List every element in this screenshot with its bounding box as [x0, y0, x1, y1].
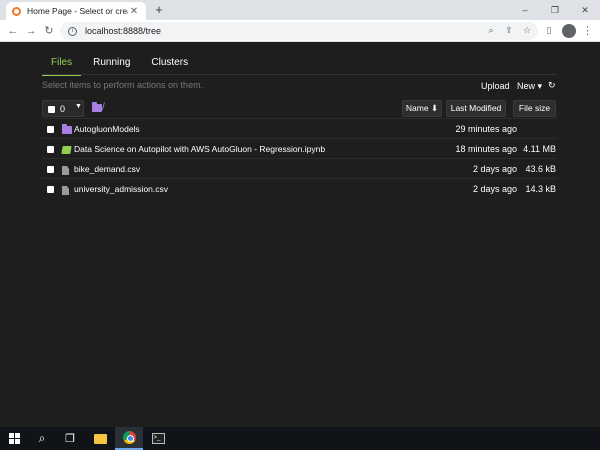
address-url: localhost:8888/tree [85, 26, 162, 36]
tab-files[interactable]: Files [42, 55, 82, 76]
sort-by-last-modified-button[interactable]: Last Modified [446, 100, 506, 117]
new-dropdown-button[interactable]: New ▾ [517, 81, 542, 92]
close-window-button[interactable]: ✕ [570, 0, 600, 20]
search-icon[interactable]: ⌕ [28, 427, 56, 450]
file-list-header: 0 ▼ / Name ⬇ Last Modified File size [42, 99, 557, 119]
jupyter-tabs: Files Running Clusters [42, 55, 200, 76]
chrome-icon[interactable] [115, 427, 143, 450]
terminal-icon[interactable]: >_ [144, 427, 172, 450]
minimize-window-button[interactable]: – [510, 0, 540, 20]
jupyter-tree-page: Files Running Clusters Select items to p… [0, 43, 600, 427]
chevron-down-icon[interactable]: ▼ [75, 103, 82, 110]
item-modified: 18 minutes ago [455, 144, 517, 154]
folder-icon [92, 101, 102, 112]
item-name[interactable]: university_admission.csv [74, 184, 168, 194]
sort-by-file-size-button[interactable]: File size [513, 100, 556, 117]
item-modified: 29 minutes ago [455, 124, 517, 134]
browser-tab-title: Home Page - Select or create a n [27, 6, 128, 16]
item-size: 4.11 MB [523, 144, 556, 154]
file-icon [62, 166, 69, 177]
selected-count: 0 [60, 104, 66, 114]
item-checkbox[interactable] [47, 146, 54, 153]
item-modified: 2 days ago [472, 184, 517, 194]
breadcrumb[interactable]: / [92, 101, 105, 113]
item-checkbox[interactable] [47, 126, 54, 133]
folder-icon [62, 124, 72, 136]
item-size: 43.6 kB [525, 164, 556, 174]
new-tab-button[interactable]: + [152, 2, 166, 18]
item-modified: 2 days ago [472, 164, 517, 174]
item-size: 14.3 kB [525, 184, 556, 194]
item-checkbox[interactable] [47, 186, 54, 193]
select-all-checkbox[interactable] [48, 106, 55, 113]
task-view-icon[interactable]: ❐ [56, 427, 84, 450]
selection-hint: Select items to perform actions on them. [42, 80, 204, 90]
browser-menu-icon[interactable]: ⋮ [582, 23, 593, 39]
list-item[interactable]: AutogluonModels 29 minutes ago [42, 118, 557, 138]
jupyter-favicon-icon [12, 6, 21, 16]
reload-icon[interactable]: ↻ [41, 23, 57, 39]
item-checkbox[interactable] [47, 166, 54, 173]
breadcrumb-path: / [102, 102, 105, 113]
file-icon [62, 186, 69, 197]
profile-avatar-icon[interactable] [562, 24, 576, 38]
bookmark-star-icon[interactable]: ☆ [520, 23, 534, 37]
browser-toolbar: ← → ↻ i localhost:8888/tree ⌕ ⇪ ☆ ▯ ⋮ [0, 20, 600, 42]
windows-taskbar: ⌕ ❐ >_ [0, 427, 600, 450]
restore-window-button[interactable]: ❐ [540, 0, 570, 20]
select-all-dropdown[interactable]: 0 ▼ [42, 100, 84, 117]
item-name[interactable]: bike_demand.csv [74, 164, 140, 174]
tab-clusters[interactable]: Clusters [142, 55, 197, 76]
browser-tab[interactable]: Home Page - Select or create a n ✕ [6, 2, 146, 20]
site-info-icon[interactable]: i [68, 26, 77, 36]
share-icon[interactable]: ⇪ [502, 23, 516, 37]
forward-arrow-icon[interactable]: → [23, 23, 39, 39]
list-item[interactable]: Data Science on Autopilot with AWS AutoG… [42, 138, 557, 158]
tab-close-icon[interactable]: ✕ [128, 6, 140, 17]
item-name[interactable]: Data Science on Autopilot with AWS AutoG… [74, 144, 325, 154]
tab-running[interactable]: Running [84, 55, 139, 76]
back-arrow-icon[interactable]: ← [5, 23, 21, 39]
sort-by-name-button[interactable]: Name ⬇ [402, 100, 442, 117]
item-name[interactable]: AutogluonModels [74, 124, 140, 134]
address-bar[interactable]: i localhost:8888/tree [60, 22, 538, 40]
upload-button[interactable]: Upload [481, 81, 510, 91]
windows-start-icon[interactable] [0, 427, 28, 450]
side-panel-icon[interactable]: ▯ [542, 23, 556, 37]
zoom-icon[interactable]: ⌕ [484, 23, 498, 37]
refresh-icon[interactable]: ↻ [548, 80, 556, 91]
list-item[interactable]: university_admission.csv 2 days ago 14.3… [42, 178, 557, 198]
browser-tab-bar: Home Page - Select or create a n ✕ + – ❐… [0, 0, 600, 20]
tabs-divider [42, 74, 557, 75]
list-item[interactable]: bike_demand.csv 2 days ago 43.6 kB [42, 158, 557, 178]
notebook-icon [61, 146, 72, 156]
file-explorer-icon[interactable] [86, 427, 114, 450]
